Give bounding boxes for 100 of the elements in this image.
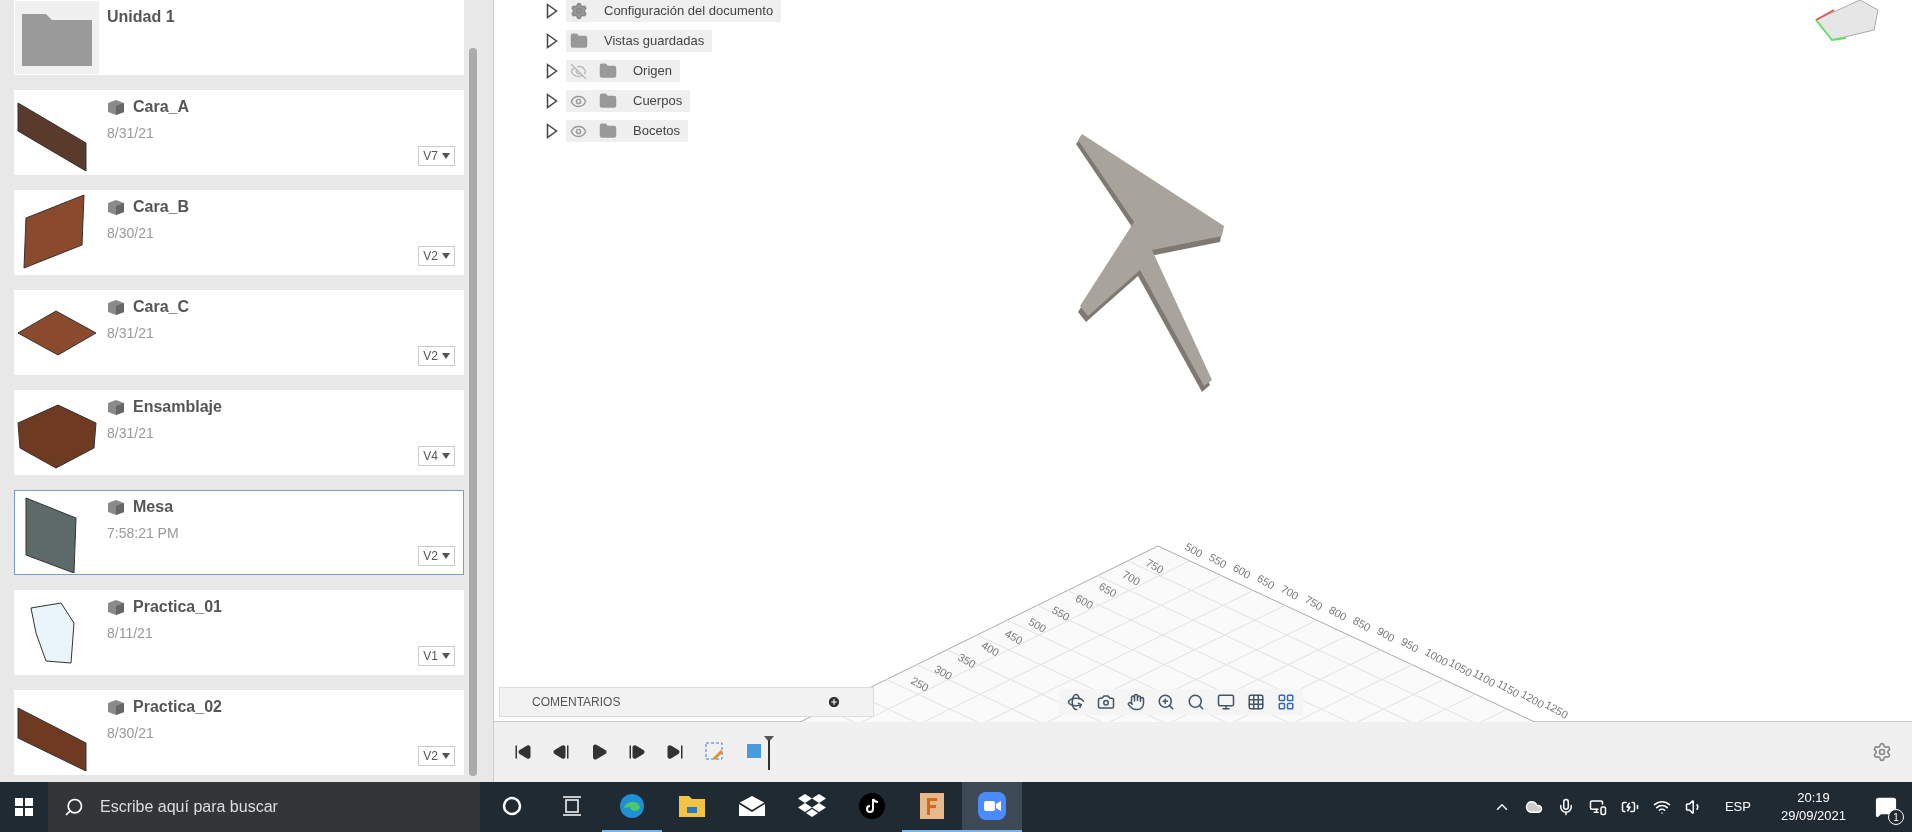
language-indicator[interactable]: ESP (1724, 797, 1751, 817)
design-name: Ensamblaje (133, 397, 222, 417)
cube-icon (107, 599, 125, 615)
version-dropdown[interactable]: V2 (418, 746, 455, 766)
folder-icon (599, 62, 617, 80)
browser-node[interactable]: Vistas guardadas (566, 30, 713, 52)
design-name: Cara_A (133, 97, 190, 117)
design-card[interactable]: Practica_02 8/30/21 V2 (14, 690, 464, 775)
grid-label: 600 (1231, 561, 1253, 581)
grid-label: 300 (932, 662, 955, 683)
grid-label: 800 (1327, 603, 1349, 624)
envelope-icon (738, 795, 766, 817)
design-name: Unidad 1 (107, 7, 175, 27)
add-icon[interactable] (827, 695, 841, 709)
grid-label: 1250 (1543, 698, 1571, 721)
expand-triangle-icon[interactable] (546, 3, 558, 19)
settings-icon[interactable] (1872, 742, 1892, 762)
caret-icon (442, 153, 450, 159)
wifi-icon[interactable] (1652, 798, 1671, 816)
previous-step-icon[interactable] (552, 743, 570, 761)
design-date: 8/11/21 (107, 624, 154, 643)
circle-icon (501, 795, 523, 817)
viewport-canvas[interactable]: Configuración del documento Vistas guardadas Origen Cuerpos Bocetos 250 300 350 400 450 500 550 600 650 700 750 500 550 600 650 700 750 800 850 900 950 1000 1050 1100 1150 1200 1250 COMENTARIOS (494, 0, 1912, 722)
grid-icon[interactable] (1247, 693, 1265, 711)
first-frame-icon[interactable] (514, 743, 532, 761)
caret-icon (442, 253, 450, 259)
browser-node[interactable]: Origen (566, 60, 681, 82)
hand-icon[interactable] (1127, 693, 1145, 711)
notification-count: 1 (1888, 809, 1904, 825)
design-name: Practica_01 (133, 597, 222, 617)
grid-label: 1150 (1495, 677, 1522, 700)
display-icon[interactable] (1217, 693, 1235, 711)
version-dropdown[interactable]: V2 (418, 346, 455, 366)
orbit-icon[interactable] (1067, 693, 1085, 711)
expand-triangle-icon[interactable] (546, 63, 558, 79)
box-logo-icon (798, 793, 826, 819)
design-card[interactable]: Cara_C 8/31/21 V2 (14, 290, 464, 375)
display-icon[interactable] (1588, 798, 1607, 816)
cube-icon (107, 499, 125, 515)
design-card[interactable]: Practica_01 8/11/21 V1 (14, 590, 464, 675)
taskbar-app-button[interactable] (962, 782, 1022, 832)
caret-icon (442, 353, 450, 359)
design-date: 8/30/21 (107, 724, 155, 743)
grid-label: 850 (1351, 614, 1373, 634)
video-camera-icon (978, 792, 1006, 820)
version-dropdown[interactable]: V7 (418, 146, 455, 166)
design-card[interactable]: Mesa 7:58:21 PM V2 (14, 490, 464, 575)
grid-label: 500 (1183, 540, 1205, 560)
version-dropdown[interactable]: V2 (418, 246, 455, 266)
design-card[interactable]: Cara_A 8/31/21 V7 (14, 90, 464, 175)
expand-triangle-icon[interactable] (546, 123, 558, 139)
grid-label: 700 (1279, 582, 1301, 603)
grid-label: 700 (1120, 568, 1143, 588)
grid-label: 550 (1050, 603, 1072, 624)
viewports-icon[interactable] (1277, 693, 1295, 711)
body-step-marker-icon[interactable] (746, 734, 776, 770)
next-step-icon[interactable] (628, 743, 646, 761)
windows-logo-icon[interactable] (15, 798, 33, 816)
comments-title: COMENTARIOS (532, 694, 621, 711)
version-dropdown[interactable]: V4 (418, 446, 455, 466)
cube-icon (107, 699, 125, 715)
grid-label: 250 (909, 674, 931, 694)
grid-label: 600 (1073, 591, 1096, 612)
folder-icon (22, 14, 92, 66)
grid-label: 1100 (1471, 666, 1498, 689)
grid-label: 750 (1144, 556, 1166, 576)
design-card[interactable]: Ensamblaje 8/31/21 V4 (14, 390, 464, 475)
scrollbar-thumb[interactable] (469, 48, 477, 776)
browser-node[interactable]: Cuerpos (566, 90, 691, 112)
play-icon[interactable] (590, 743, 608, 761)
search-icon[interactable] (1187, 693, 1205, 711)
design-name: Practica_02 (133, 697, 222, 717)
grid-label: 500 (1026, 615, 1049, 635)
caret-icon (442, 553, 450, 559)
version-dropdown[interactable]: V2 (418, 546, 455, 566)
design-name: Mesa (133, 497, 174, 517)
design-date: 7:58:21 PM (107, 524, 180, 543)
cube-icon (107, 399, 125, 415)
design-card[interactable]: Unidad 1 (14, 0, 464, 75)
cube-icon (107, 199, 125, 215)
browser-node[interactable]: Bocetos (566, 120, 688, 142)
clock[interactable]: 20:19 29/09/2021 (1780, 789, 1846, 825)
camera-icon[interactable] (1097, 693, 1115, 711)
cloud-icon[interactable] (1524, 798, 1543, 816)
expand-triangle-icon[interactable] (546, 93, 558, 109)
settings-icon (570, 2, 588, 20)
browser-node[interactable]: Configuración del documento (566, 0, 782, 22)
taskbar-search-field[interactable]: Escribe aquí para buscar (48, 782, 480, 832)
caret-icon (442, 453, 450, 459)
design-date: 8/31/21 (107, 124, 155, 143)
design-card[interactable]: Cara_B 8/30/21 V2 (14, 190, 464, 275)
task-view-icon (561, 795, 583, 817)
expand-triangle-icon[interactable] (546, 33, 558, 49)
folder-icon (599, 122, 617, 140)
folder-icon (570, 32, 588, 50)
version-dropdown[interactable]: V1 (418, 646, 455, 666)
design-date: 8/30/21 (107, 224, 155, 243)
caret-icon (442, 753, 450, 759)
zoom-in-icon[interactable] (1157, 693, 1175, 711)
last-frame-icon[interactable] (666, 743, 684, 761)
